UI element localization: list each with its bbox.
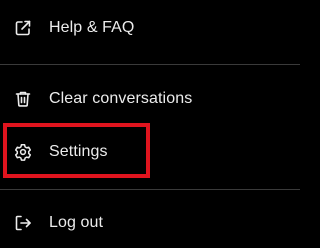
- gear-icon: [13, 142, 33, 162]
- menu-divider: [0, 189, 300, 190]
- menu-item-clear-conversations[interactable]: Clear conversations: [0, 79, 300, 119]
- logout-icon: [13, 213, 33, 233]
- menu-item-log-out[interactable]: Log out: [0, 203, 300, 243]
- menu-item-label: Clear conversations: [49, 90, 193, 107]
- account-menu: Help & FAQ Clear conversations Settings: [0, 0, 300, 248]
- menu-item-label: Help & FAQ: [49, 19, 135, 36]
- menu-item-settings[interactable]: Settings: [0, 132, 300, 172]
- menu-item-help-faq[interactable]: Help & FAQ: [0, 8, 300, 48]
- external-link-icon: [13, 18, 33, 38]
- menu-divider: [0, 64, 300, 65]
- menu-item-label: Log out: [49, 214, 104, 231]
- trash-icon: [13, 89, 33, 109]
- menu-item-label: Settings: [49, 143, 108, 160]
